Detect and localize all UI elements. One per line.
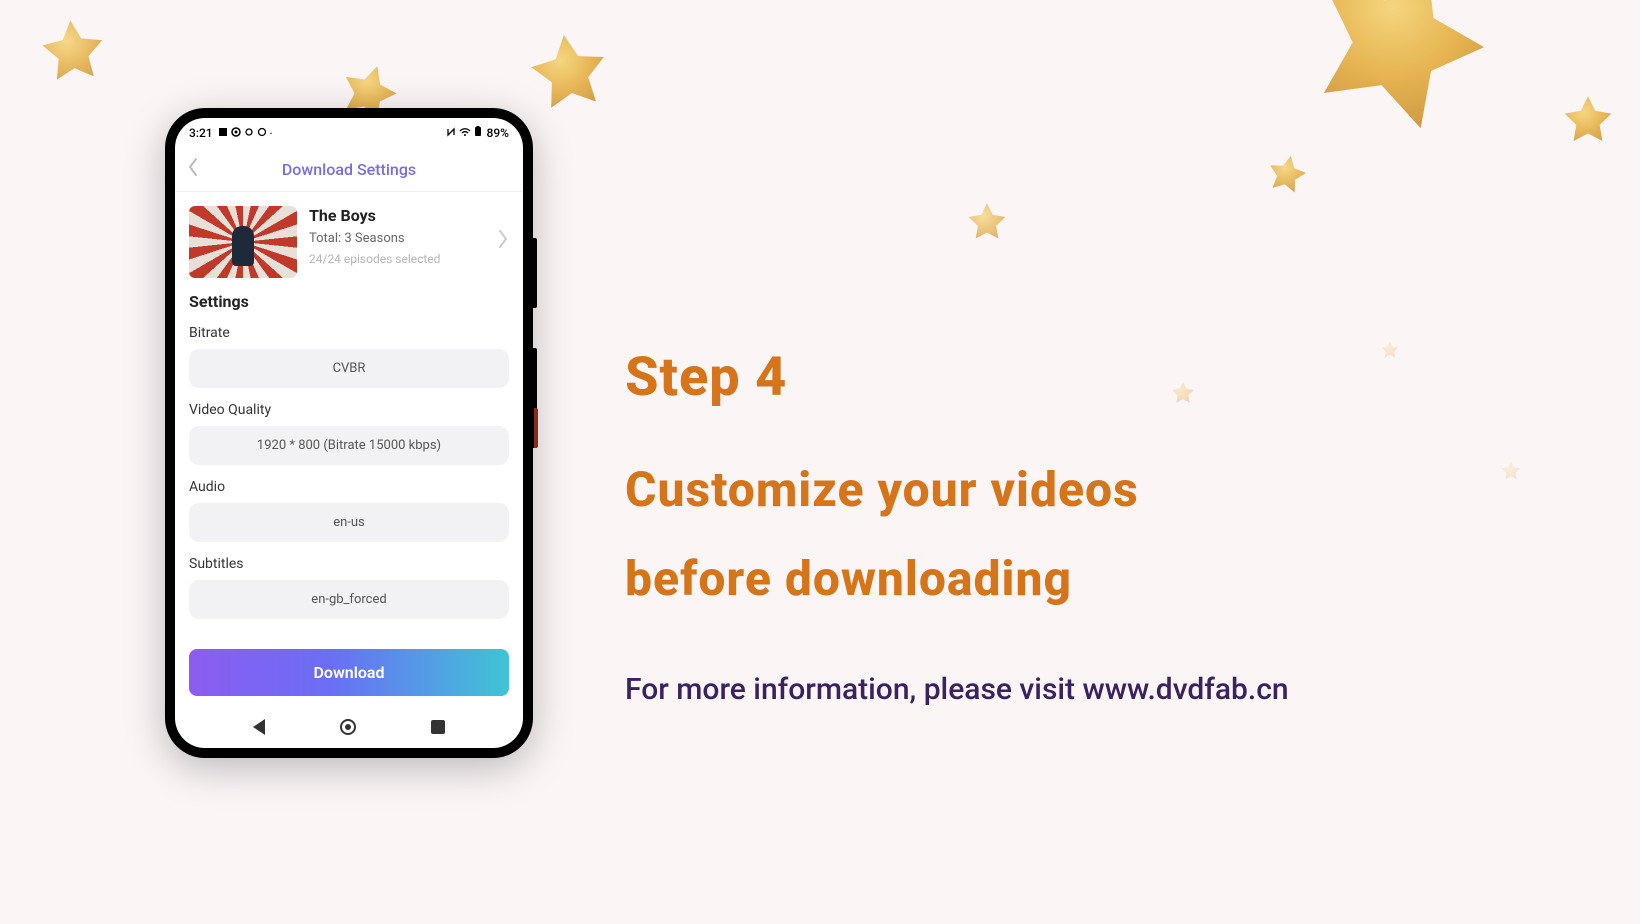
content-area: The Boys Total: 3 Seasons 24/24 episodes…	[175, 192, 523, 706]
series-thumbnail	[189, 206, 297, 278]
star-icon	[34, 12, 112, 90]
wifi-icon	[459, 127, 471, 137]
dot-icon: ·	[270, 129, 273, 140]
step-heading: Step 4	[625, 346, 787, 409]
phone-side-button	[533, 238, 537, 308]
footer-info: For more information, please visit www.d…	[625, 672, 1289, 707]
video-quality-label: Video Quality	[189, 402, 509, 418]
download-button[interactable]: Download	[189, 649, 509, 696]
star-icon	[1261, 148, 1313, 200]
status-time: 3:21	[189, 126, 213, 140]
gear-icon	[231, 127, 241, 137]
sync-icon	[244, 127, 254, 137]
nav-back-button[interactable]	[253, 719, 265, 735]
status-battery: 89%	[487, 126, 509, 140]
star-icon	[1560, 92, 1616, 148]
circle-icon	[257, 127, 267, 137]
subtitles-select[interactable]: en-gb_forced	[189, 580, 509, 619]
screen-header: Download Settings	[175, 148, 523, 192]
video-quality-select[interactable]: 1920 * 800 (Bitrate 15000 kbps)	[189, 426, 509, 465]
android-nav-bar	[175, 706, 523, 748]
nav-home-button[interactable]	[340, 719, 356, 735]
series-title: The Boys	[309, 206, 509, 225]
star-icon	[1500, 460, 1522, 482]
star-icon	[519, 22, 618, 121]
audio-select[interactable]: en-us	[189, 503, 509, 542]
bitrate-label: Bitrate	[189, 325, 509, 341]
status-icons-left: ·	[218, 126, 273, 140]
step-subheading-line: before downloading	[625, 535, 1325, 624]
chevron-right-icon	[497, 229, 509, 255]
series-selected: 24/24 episodes selected	[309, 252, 509, 266]
star-icon	[1380, 340, 1400, 360]
step-subheading: Customize your videos before downloading	[625, 446, 1325, 624]
bitrate-select[interactable]: CVBR	[189, 349, 509, 388]
audio-label: Audio	[189, 479, 509, 495]
series-subtitle: Total: 3 Seasons	[309, 231, 509, 246]
star-icon	[1170, 380, 1196, 406]
series-row[interactable]: The Boys Total: 3 Seasons 24/24 episodes…	[189, 206, 509, 278]
back-button[interactable]	[187, 157, 199, 183]
phone-side-button	[534, 408, 538, 448]
step-subheading-line: Customize your videos	[625, 446, 1325, 535]
subtitles-label: Subtitles	[189, 556, 509, 572]
chevron-left-icon	[187, 157, 199, 177]
star-icon	[1270, 0, 1526, 168]
phone-screen: 3:21 · 89%	[175, 118, 523, 748]
nfc-icon	[446, 127, 456, 137]
header-title: Download Settings	[282, 160, 416, 179]
settings-heading: Settings	[189, 292, 509, 311]
star-icon	[965, 200, 1009, 244]
status-icons-right	[446, 126, 482, 140]
battery-icon	[474, 126, 482, 137]
square-icon	[218, 127, 228, 137]
nav-recent-button[interactable]	[431, 720, 445, 734]
phone-mockup: 3:21 · 89%	[165, 108, 533, 758]
status-bar: 3:21 · 89%	[175, 118, 523, 148]
